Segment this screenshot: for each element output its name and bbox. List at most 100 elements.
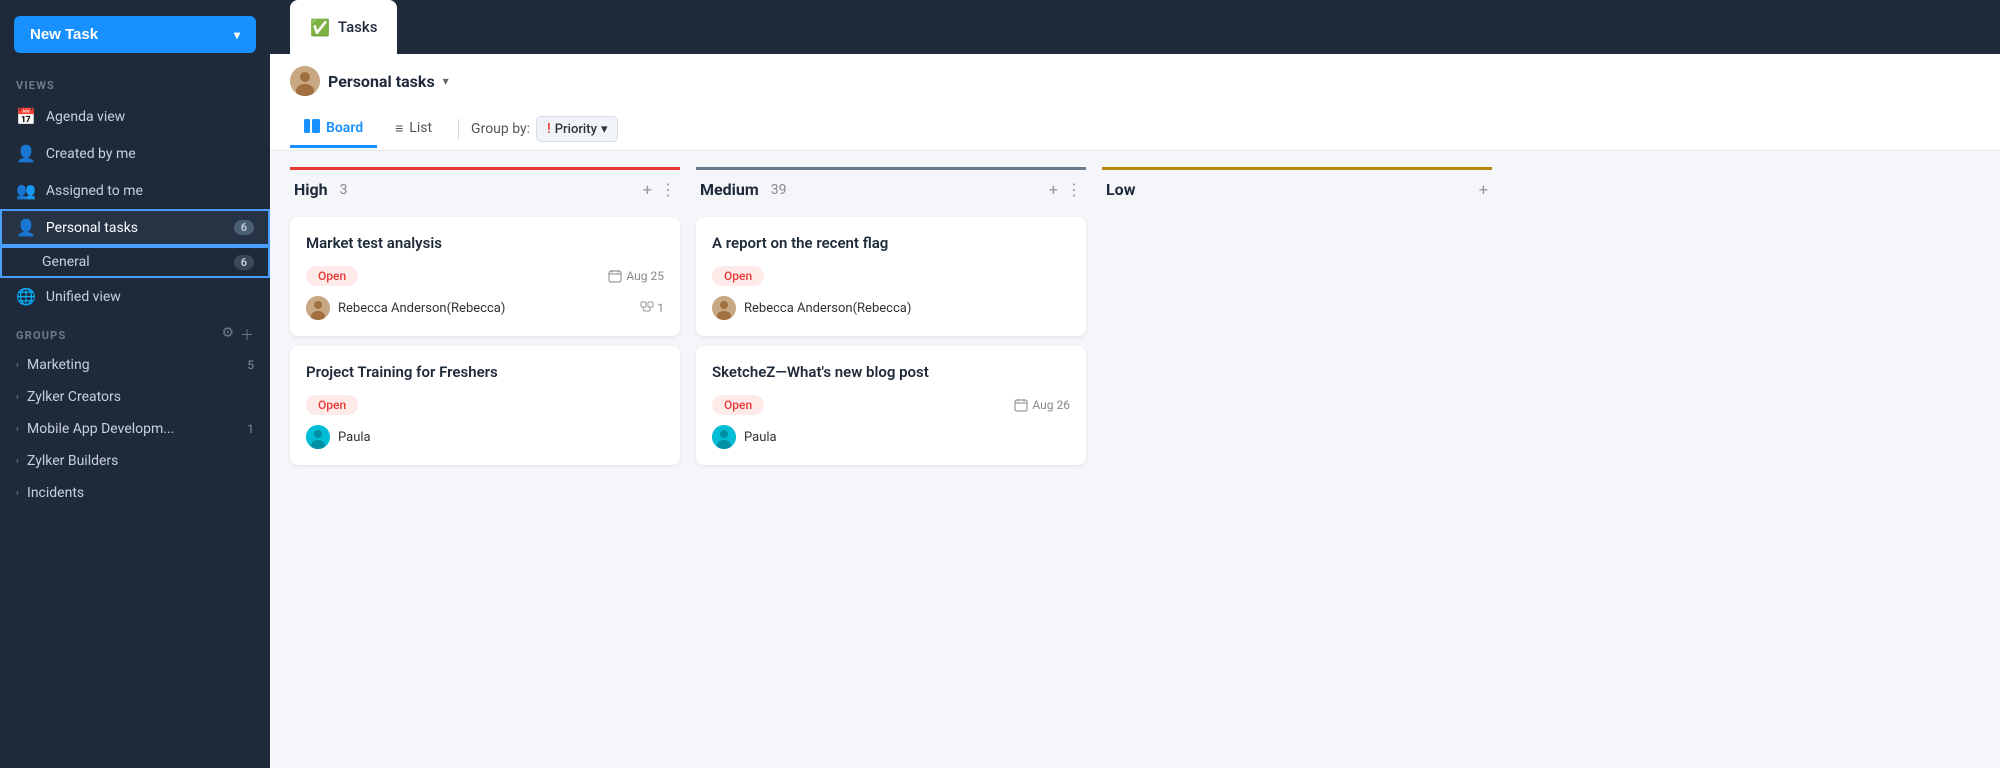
sidebar-item-agenda[interactable]: 📅 Agenda view	[0, 98, 270, 135]
card-title: A report on the recent flag	[712, 233, 1070, 254]
card-project-training[interactable]: Project Training for Freshers Open P	[290, 346, 680, 465]
group-badge: 1	[247, 422, 254, 436]
column-header-low: Low +	[1102, 167, 1492, 207]
assignee-name: Paula	[744, 430, 777, 445]
workspace-chevron-icon[interactable]: ▾	[443, 74, 449, 88]
card-footer: Rebecca Anderson(Rebecca) 1	[306, 296, 664, 320]
status-badge: Open	[306, 395, 358, 415]
card-title: SketcheZ—What's new blog post	[712, 362, 1070, 383]
tab-divider	[458, 119, 459, 139]
card-report-flag[interactable]: A report on the recent flag Open Reb	[696, 217, 1086, 336]
card-footer: Rebecca Anderson(Rebecca)	[712, 296, 1070, 320]
groups-actions[interactable]: ⚙ ＋	[221, 325, 254, 345]
group-zylker-creators[interactable]: › Zylker Creators	[0, 381, 270, 413]
group-marketing[interactable]: › Marketing 5	[0, 349, 270, 381]
card-title: Project Training for Freshers	[306, 362, 664, 383]
chevron-right-icon: ›	[16, 488, 19, 499]
column-header-high: High 3 + ⋮	[290, 167, 680, 207]
calendar-icon: 📅	[16, 107, 36, 126]
sidebar-item-label: Agenda view	[46, 109, 125, 125]
dropdown-chevron-icon: ▾	[601, 122, 608, 137]
workspace-row: Personal tasks ▾	[290, 66, 1980, 96]
list-tab-label: List	[409, 120, 432, 136]
chevron-right-icon: ›	[16, 424, 19, 435]
group-label: Zylker Builders	[27, 453, 118, 469]
sidebar-item-label: Created by me	[46, 146, 136, 162]
card-footer: Paula	[306, 425, 664, 449]
group-mobile-app[interactable]: › Mobile App Developm... 1	[0, 413, 270, 445]
group-incidents[interactable]: › Incidents	[0, 477, 270, 509]
chevron-right-icon: ›	[16, 392, 19, 403]
content-area: Personal tasks ▾ Board ≡ List	[270, 54, 2000, 768]
workspace-name: Personal tasks	[328, 72, 435, 91]
sidebar: New Task ▾ VIEWS 📅 Agenda view 👤 Created…	[0, 0, 270, 768]
list-icon: ≡	[395, 120, 403, 137]
status-badge: Open	[712, 266, 764, 286]
column-count: 3	[340, 182, 348, 198]
column-medium: Medium 39 + ⋮ A report on the recent fla…	[696, 167, 1086, 465]
tab-list[interactable]: ≡ List	[381, 112, 446, 148]
status-badge: Open	[306, 266, 358, 286]
sidebar-item-label: Personal tasks	[46, 220, 138, 236]
more-options-icon[interactable]: ⋮	[660, 180, 676, 199]
topbar: ✅ Tasks	[270, 0, 2000, 54]
avatar	[712, 296, 736, 320]
avatar	[306, 425, 330, 449]
add-card-icon[interactable]: +	[643, 180, 652, 199]
check-icon: ✅	[310, 18, 330, 37]
card-sketchez[interactable]: SketcheZ—What's new blog post Open Aug 2…	[696, 346, 1086, 465]
group-label: Incidents	[27, 485, 84, 501]
new-task-label: New Task	[30, 26, 98, 43]
add-card-icon[interactable]: +	[1479, 180, 1488, 199]
add-card-icon[interactable]: +	[1049, 180, 1058, 199]
group-badge: 5	[247, 358, 254, 372]
tab-board[interactable]: Board	[290, 111, 377, 148]
person-icon: 👤	[16, 218, 36, 237]
general-badge: 6	[234, 255, 254, 270]
globe-icon: 🌐	[16, 287, 36, 306]
column-actions-high: + ⋮	[643, 180, 676, 199]
sidebar-item-personal[interactable]: 👤 Personal tasks 6	[0, 209, 270, 246]
sidebar-item-general[interactable]: General 6	[0, 246, 270, 278]
more-options-icon[interactable]: ⋮	[1066, 180, 1082, 199]
column-title: Low	[1106, 180, 1135, 199]
sidebar-item-label: General	[42, 254, 90, 270]
main-content: ✅ Tasks Personal tasks ▾	[270, 0, 2000, 768]
group-zylker-builders[interactable]: › Zylker Builders	[0, 445, 270, 477]
group-by-label: Group by:	[471, 121, 530, 137]
board-icon	[304, 119, 320, 137]
views-section-label: VIEWS	[0, 69, 270, 98]
tab-tasks[interactable]: ✅ Tasks	[290, 0, 397, 54]
sidebar-item-label: Unified view	[46, 289, 121, 305]
column-actions-low: +	[1479, 180, 1488, 199]
sidebar-item-created[interactable]: 👤 Created by me	[0, 135, 270, 172]
groups-section: GROUPS ⚙ ＋	[0, 315, 270, 349]
avatar	[306, 296, 330, 320]
sidebar-item-assigned[interactable]: 👥 Assigned to me	[0, 172, 270, 209]
group-by-row: Group by: ! Priority ▾	[471, 108, 618, 150]
column-title: High	[294, 180, 328, 199]
status-badge: Open	[712, 395, 764, 415]
groups-label: GROUPS	[16, 329, 66, 342]
card-meta: Open	[712, 266, 1070, 286]
board-area: High 3 + ⋮ Market test analysis Open Aug	[270, 151, 2000, 768]
chevron-right-icon: ›	[16, 360, 19, 371]
card-date: Aug 25	[608, 269, 664, 283]
card-title: Market test analysis	[306, 233, 664, 254]
user-icon: 👤	[16, 144, 36, 163]
column-actions-medium: + ⋮	[1049, 180, 1082, 199]
users-icon: 👥	[16, 181, 36, 200]
sidebar-item-label: Assigned to me	[46, 183, 143, 199]
add-group-icon[interactable]: ＋	[240, 325, 254, 345]
settings-icon[interactable]: ⚙	[221, 325, 234, 345]
new-task-button[interactable]: New Task ▾	[14, 16, 256, 53]
assignee-name: Paula	[338, 430, 371, 445]
group-label: Marketing	[27, 357, 90, 373]
sidebar-item-unified[interactable]: 🌐 Unified view	[0, 278, 270, 315]
group-by-button[interactable]: ! Priority ▾	[536, 116, 618, 142]
priority-label: Priority	[555, 122, 597, 137]
group-label: Zylker Creators	[27, 389, 121, 405]
assignee-name: Rebecca Anderson(Rebecca)	[338, 301, 505, 316]
column-count: 39	[771, 182, 787, 198]
card-market-test[interactable]: Market test analysis Open Aug 25	[290, 217, 680, 336]
